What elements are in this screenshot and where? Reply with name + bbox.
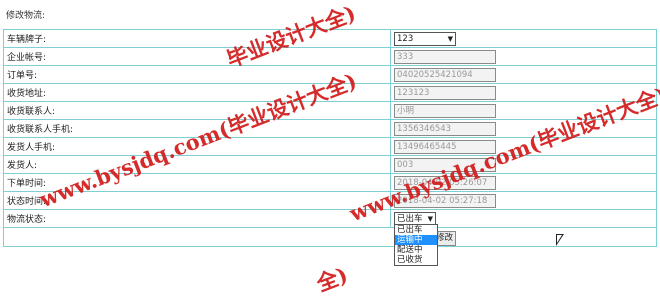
vehicle-plate-label: 车辆牌子: bbox=[3, 29, 391, 48]
form-row-order-time: 下单时间: bbox=[3, 173, 657, 192]
order-time-label: 下单时间: bbox=[3, 173, 391, 192]
status-option-received[interactable]: 已收货 bbox=[395, 255, 437, 265]
status-option-dispatched[interactable]: 已出车 bbox=[395, 225, 437, 235]
form-row-receiver-phone: 收货联系人手机: bbox=[3, 119, 657, 138]
form-row-address: 收货地址: bbox=[3, 83, 657, 102]
watermark-fragment-bottom: 全) bbox=[313, 261, 351, 297]
chevron-down-icon: ▼ bbox=[447, 34, 453, 43]
form-row-sender-phone: 发货人手机: bbox=[3, 137, 657, 156]
order-number-field[interactable] bbox=[394, 67, 496, 82]
sender-phone-label: 发货人手机: bbox=[3, 137, 391, 156]
delivery-address-label: 收货地址: bbox=[3, 83, 391, 102]
receiver-name-field[interactable] bbox=[394, 103, 496, 118]
form-row-vehicle: 车辆牌子: 123 ▼ bbox=[3, 29, 657, 48]
status-time-label: 状态时间: bbox=[3, 191, 391, 210]
status-time-field[interactable] bbox=[394, 193, 496, 208]
status-option-in-transit[interactable]: 运输中 bbox=[395, 235, 437, 245]
logistics-status-value: 已出车 bbox=[397, 213, 423, 224]
form-row-sender: 发货人: bbox=[3, 155, 657, 174]
receiver-phone-field[interactable] bbox=[394, 121, 496, 136]
vehicle-plate-value: 123 bbox=[397, 33, 414, 44]
logistics-status-label: 物流状态: bbox=[3, 209, 391, 228]
receiver-phone-label: 收货联系人手机: bbox=[3, 119, 391, 138]
sender-field[interactable] bbox=[394, 157, 496, 172]
page-title: 修改物流: bbox=[6, 11, 46, 21]
form-row-status-time: 状态时间: bbox=[3, 191, 657, 210]
sender-phone-field[interactable] bbox=[394, 139, 496, 154]
vehicle-plate-select[interactable]: 123 ▼ bbox=[394, 31, 456, 46]
order-time-field[interactable] bbox=[394, 175, 496, 190]
form-row-receiver: 收货联系人: bbox=[3, 101, 657, 120]
logistics-edit-form: 车辆牌子: 123 ▼ 企业帐号: 订单号: 收货地址: 收货联系人: 收货联系… bbox=[3, 29, 657, 247]
chevron-down-icon: ▼ bbox=[427, 214, 433, 223]
receiver-name-label: 收货联系人: bbox=[3, 101, 391, 120]
company-account-field[interactable] bbox=[394, 49, 496, 64]
status-dropdown-list: 已出车 运输中 配送中 已收货 bbox=[394, 224, 438, 266]
company-account-label: 企业帐号: bbox=[3, 47, 391, 66]
form-row-order: 订单号: bbox=[3, 65, 657, 84]
sender-label: 发货人: bbox=[3, 155, 391, 174]
form-row-account: 企业帐号: bbox=[3, 47, 657, 66]
delivery-address-field[interactable] bbox=[394, 85, 496, 100]
order-number-label: 订单号: bbox=[3, 65, 391, 84]
status-option-delivering[interactable]: 配送中 bbox=[395, 245, 437, 255]
mouse-cursor-icon bbox=[556, 234, 564, 246]
form-row-status: 物流状态: 已出车 ▼ bbox=[3, 209, 657, 228]
